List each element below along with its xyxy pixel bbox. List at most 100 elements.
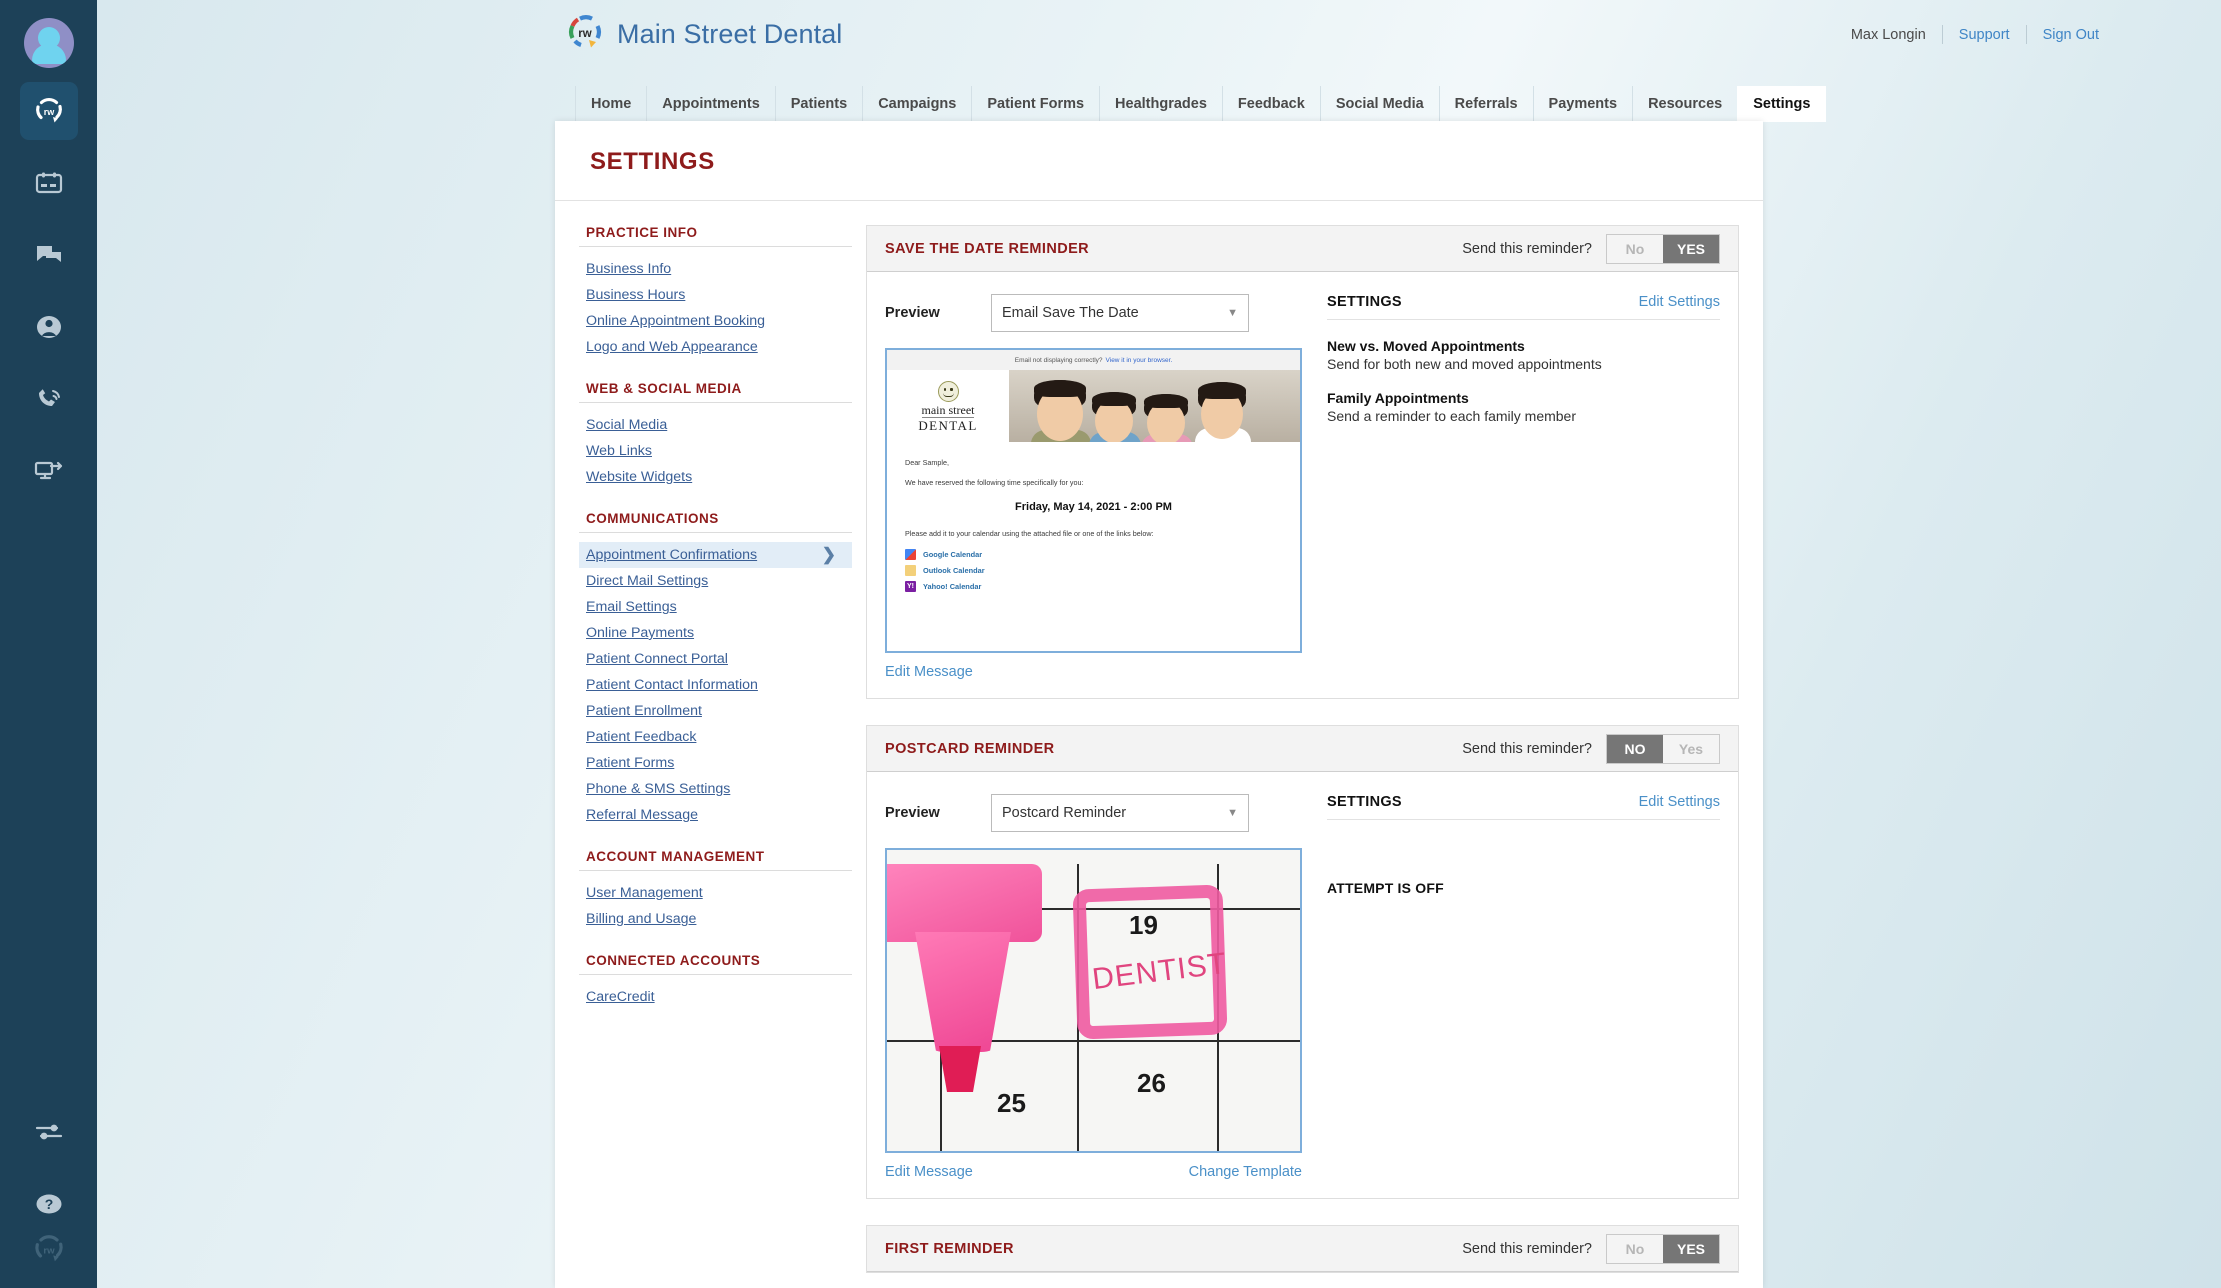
highlighter-body [887, 864, 1042, 942]
settings-menu-item-patient-enrollment[interactable]: Patient Enrollment [579, 698, 852, 724]
panel-body: Preview Postcard Reminder ▼ 19 DENTIST 25 26 Ed… [867, 772, 1738, 1198]
calendar-link-label: Yahoo! Calendar [923, 582, 982, 591]
preview-column: Preview Postcard Reminder ▼ 19 DENTIST 25 26 Ed… [885, 794, 1303, 1180]
rail-item-messages[interactable] [20, 226, 78, 284]
support-link[interactable]: Support [1959, 27, 2010, 43]
send-reminder-question: Send this reminder? [1462, 740, 1592, 757]
toggle-option-yes[interactable]: YES [1663, 1234, 1719, 1263]
settings-menu-item-logo-and-web-appearance[interactable]: Logo and Web Appearance [579, 334, 852, 360]
nav-tab-social-media[interactable]: Social Media [1319, 86, 1439, 122]
settings-menu-item-online-payments[interactable]: Online Payments [579, 620, 852, 646]
settings-menu-item-email-settings[interactable]: Email Settings [579, 594, 852, 620]
settings-menu-item-web-links[interactable]: Web Links [579, 438, 852, 464]
edit-settings-link[interactable]: Edit Settings [1639, 794, 1720, 810]
settings-menu-item-label: Patient Enrollment [586, 703, 702, 719]
settings-menu-item-label: Patient Forms [586, 755, 675, 771]
brand[interactable]: rw Main Street Dental [567, 14, 842, 55]
setting-item-description: Send a reminder to each family member [1327, 408, 1576, 424]
toggle-option-no[interactable]: No [1607, 234, 1663, 263]
calendar-link[interactable]: Outlook Calendar [905, 565, 1282, 576]
settings-menu-item-patient-forms[interactable]: Patient Forms [579, 750, 852, 776]
edit-settings-link[interactable]: Edit Settings [1639, 294, 1720, 310]
nav-tab-patient-forms[interactable]: Patient Forms [971, 86, 1099, 122]
panel-save-the-date-reminder: SAVE THE DATE REMINDER Send this reminder… [866, 225, 1739, 699]
preview-thumbnail[interactable]: 19 DENTIST 25 26 [885, 848, 1302, 1153]
rail-item-calendar[interactable] [20, 154, 78, 212]
send-reminder-question: Send this reminder? [1462, 1240, 1592, 1257]
preview-label: Preview [885, 805, 940, 821]
rail-item-help[interactable]: ? [20, 1175, 78, 1233]
rail-item-contacts[interactable] [20, 298, 78, 356]
settings-menu-item-user-management[interactable]: User Management [579, 880, 852, 906]
send-reminder-toggle[interactable]: No YES [1606, 1233, 1720, 1264]
toggle-option-no[interactable]: NO [1607, 734, 1663, 763]
nav-tab-feedback[interactable]: Feedback [1221, 86, 1320, 122]
template-select[interactable]: Email Save The Date ▼ [991, 294, 1249, 332]
rail-item-screen-share[interactable] [20, 442, 78, 500]
preview-selector-row: Preview Postcard Reminder ▼ [885, 794, 1303, 832]
divider [1941, 25, 1943, 44]
settings-menu-item-website-widgets[interactable]: Website Widgets [579, 464, 852, 490]
settings-header: SETTINGS Edit Settings [1327, 294, 1720, 320]
view-in-browser-link[interactable]: View it in your browser. [1106, 357, 1173, 364]
chevron-down-icon: ▼ [1227, 307, 1238, 319]
nav-tab-healthgrades[interactable]: Healthgrades [1099, 86, 1222, 122]
menu-group: CONNECTED ACCOUNTS CareCredit [579, 953, 852, 1010]
settings-menu-item-carecredit[interactable]: CareCredit [579, 984, 852, 1010]
menu-group-title: COMMUNICATIONS [586, 511, 719, 526]
send-reminder-toggle[interactable]: No YES [1606, 233, 1720, 264]
nav-tab-campaigns[interactable]: Campaigns [862, 86, 971, 122]
settings-menu-item-online-appointment-booking[interactable]: Online Appointment Booking [579, 308, 852, 334]
calendar-link[interactable]: Google Calendar [905, 549, 1282, 560]
nav-tab-appointments[interactable]: Appointments [646, 86, 774, 122]
edit-message-link[interactable]: Edit Message [885, 664, 973, 680]
sign-out-link[interactable]: Sign Out [2043, 27, 2099, 43]
settings-menu-item-label: Referral Message [586, 807, 698, 823]
user-avatar[interactable] [23, 18, 74, 68]
settings-menu-item-direct-mail-settings[interactable]: Direct Mail Settings [579, 568, 852, 594]
divider [579, 974, 852, 975]
toggle-option-yes[interactable]: Yes [1663, 734, 1719, 763]
settings-menu-item-social-media[interactable]: Social Media [579, 412, 852, 438]
menu-group: COMMUNICATIONS Appointment Confirmations ❯… [579, 511, 852, 828]
nav-tab-resources[interactable]: Resources [1632, 86, 1737, 122]
settings-menu-item-business-info[interactable]: Business Info [579, 256, 852, 282]
menu-group-title: CONNECTED ACCOUNTS [586, 953, 761, 968]
settings-menu-item-business-hours[interactable]: Business Hours [579, 282, 852, 308]
page-root: rw Main Street Dental Max Longin Support… [97, 0, 2221, 1288]
settings-menu-item-phone-sms-settings[interactable]: Phone & SMS Settings [579, 776, 852, 802]
preview-column: Preview Email Save The Date ▼ Email not dis… [885, 294, 1303, 680]
nav-tab-patients[interactable]: Patients [774, 86, 862, 122]
settings-menu-item-patient-connect-portal[interactable]: Patient Connect Portal [579, 646, 852, 672]
settings-menu-item-label: Patient Connect Portal [586, 651, 728, 667]
toggle-option-no[interactable]: No [1607, 1234, 1663, 1263]
nav-tab-payments[interactable]: Payments [1532, 86, 1633, 122]
settings-title: SETTINGS [1327, 294, 1402, 310]
send-reminder-toggle[interactable]: NO Yes [1606, 733, 1720, 764]
nav-tab-referrals[interactable]: Referrals [1438, 86, 1533, 122]
rail-item-preferences[interactable] [20, 1103, 78, 1161]
panel-header: SAVE THE DATE REMINDER Send this reminder… [867, 226, 1738, 272]
menu-group: PRACTICE INFO Business Info Business Hours… [579, 225, 852, 360]
toggle-option-yes[interactable]: YES [1663, 234, 1719, 263]
change-template-link[interactable]: Change Template [1189, 1164, 1302, 1180]
svg-text:rw: rw [578, 28, 591, 40]
postcard-day-circled: 19 [1129, 910, 1158, 940]
send-reminder-question: Send this reminder? [1462, 240, 1592, 257]
rail-item-calls[interactable] [20, 370, 78, 428]
settings-menu-item-billing-and-usage[interactable]: Billing and Usage [579, 906, 852, 932]
template-select[interactable]: Postcard Reminder ▼ [991, 794, 1249, 832]
svg-text:rw: rw [43, 1245, 55, 1256]
postcard-preview: 19 DENTIST 25 26 [887, 850, 1300, 1151]
settings-menu-item-patient-feedback[interactable]: Patient Feedback [579, 724, 852, 750]
postcard-day-left: 25 [997, 1088, 1026, 1118]
nav-tab-home[interactable]: Home [575, 86, 646, 122]
settings-menu-item-patient-contact-information[interactable]: Patient Contact Information [579, 672, 852, 698]
preview-thumbnail[interactable]: Email not displaying correctly? View it i… [885, 348, 1302, 653]
edit-message-link[interactable]: Edit Message [885, 1164, 973, 1180]
calendar-link[interactable]: Y! Yahoo! Calendar [905, 581, 1282, 592]
settings-menu-item-referral-message[interactable]: Referral Message [579, 802, 852, 828]
rail-item-dashboard[interactable]: rw [19, 82, 78, 140]
nav-tab-settings[interactable]: Settings [1737, 86, 1827, 122]
settings-menu-item-appointment-confirmations[interactable]: Appointment Confirmations ❯ [579, 542, 852, 568]
